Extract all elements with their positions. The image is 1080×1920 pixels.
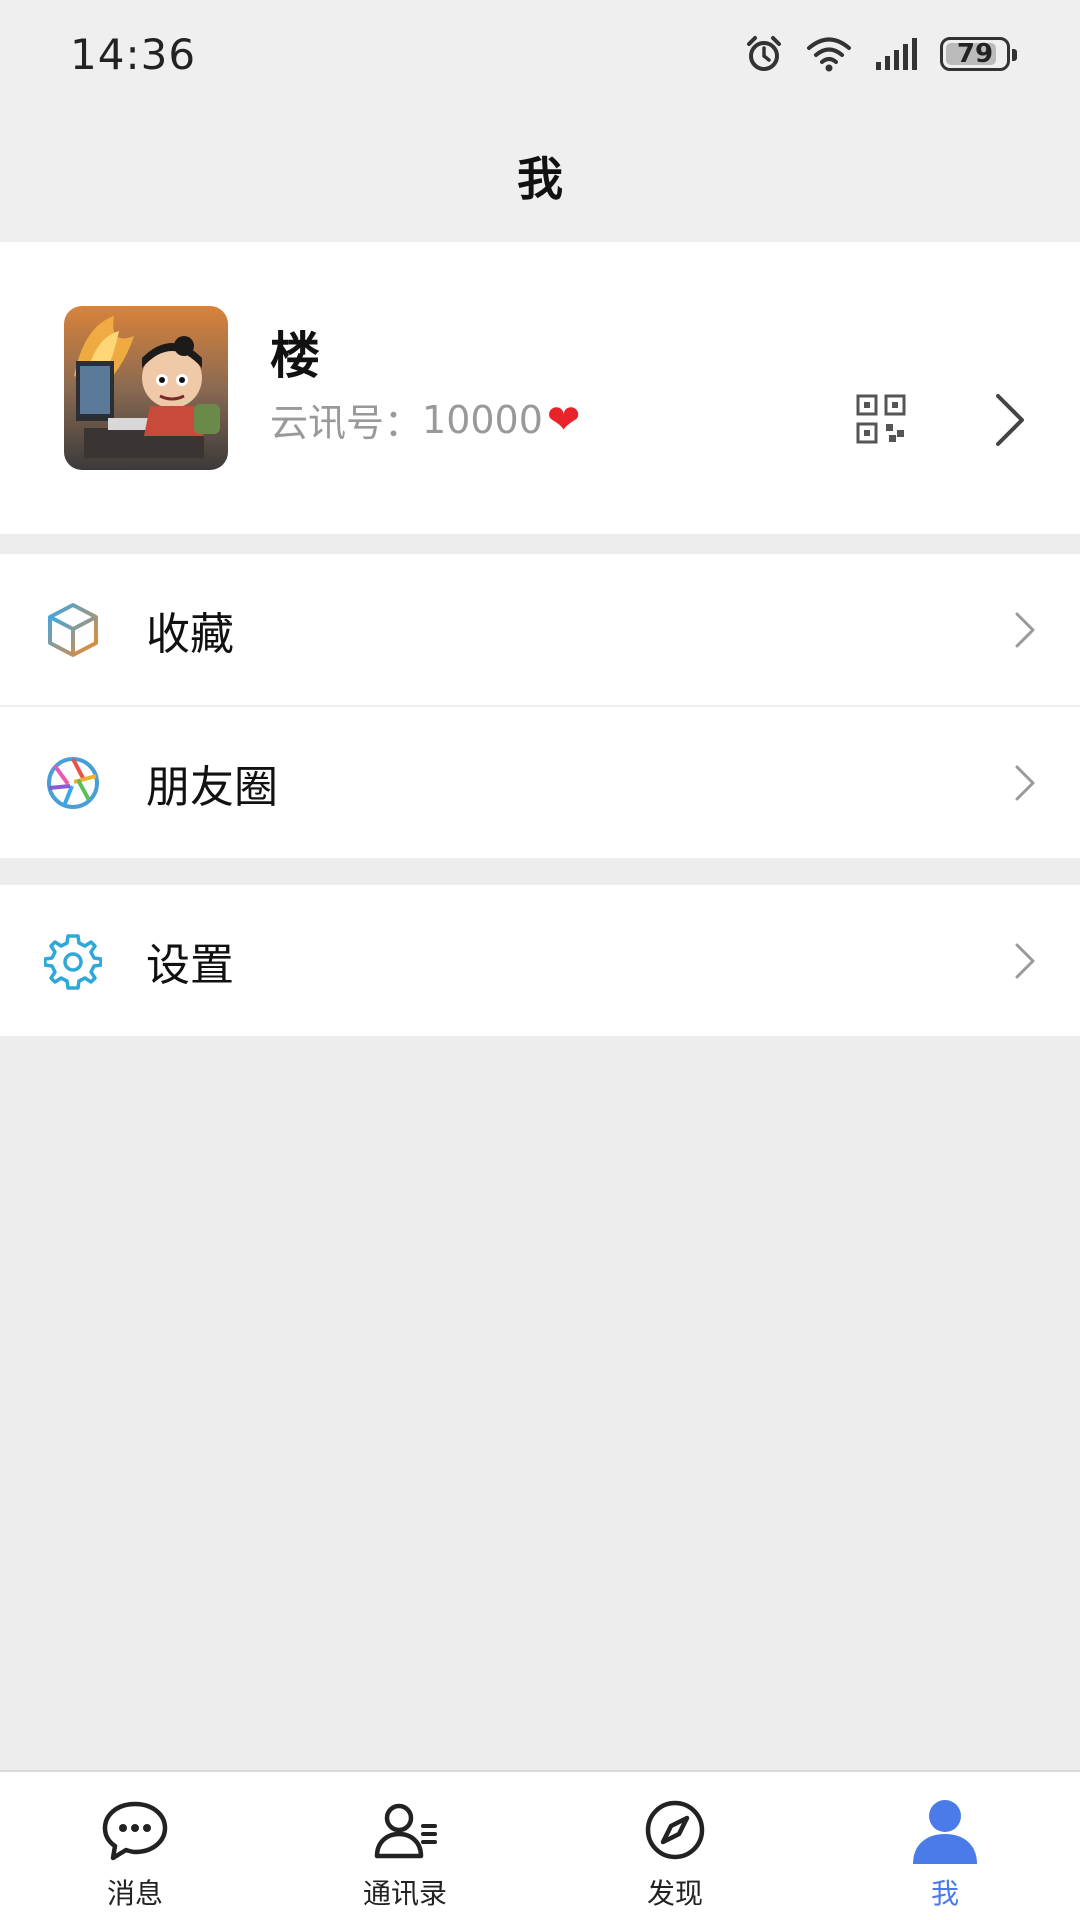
- chat-bubble-icon: [102, 1801, 168, 1861]
- qr-code-icon[interactable]: [856, 394, 906, 444]
- chevron-right-icon[interactable]: [990, 390, 1030, 450]
- tab-label-contacts: 通讯录: [362, 1877, 447, 1910]
- status-time: 14:36: [70, 30, 197, 79]
- page-title: 我: [517, 152, 563, 206]
- bottom-tab-bar: 消息 通讯录 发现 我: [0, 1770, 1080, 1920]
- person-icon: [913, 1800, 977, 1864]
- menu-item-favorites[interactable]: 收藏: [0, 554, 1080, 705]
- profile-name: 楼: [270, 327, 320, 385]
- tab-contacts[interactable]: 通讯录: [270, 1772, 540, 1920]
- chevron-right-icon: [1015, 765, 1035, 800]
- gear-icon: [44, 933, 102, 990]
- menu-label-moments: 朋友圈: [146, 761, 278, 813]
- menu-item-settings[interactable]: 设置: [0, 885, 1080, 1036]
- contacts-icon: [374, 1803, 437, 1859]
- heart-icon: ❤: [546, 396, 581, 443]
- profile-card[interactable]: 楼 云讯号： 10000 ❤: [0, 242, 1080, 534]
- profile-id-label: 云讯号：: [270, 401, 423, 445]
- compass-icon: [645, 1800, 705, 1860]
- status-icons: 79: [744, 34, 1017, 74]
- tab-messages[interactable]: 消息: [0, 1772, 270, 1920]
- status-bar: 14:36 79: [0, 0, 1080, 110]
- menu-group-primary: 收藏 朋友圈: [0, 554, 1080, 858]
- tab-me[interactable]: 我: [810, 1772, 1080, 1920]
- wifi-icon: [807, 37, 851, 72]
- menu-label-settings: 设置: [146, 939, 234, 991]
- signal-icon: [876, 38, 917, 70]
- battery-indicator: 79: [940, 37, 1017, 71]
- tab-label-me: 我: [930, 1877, 959, 1910]
- menu-group-settings: 设置: [0, 885, 1080, 1036]
- profile-id: 云讯号： 10000 ❤: [270, 392, 580, 447]
- menu-label-favorites: 收藏: [146, 608, 234, 660]
- chevron-right-icon: [1015, 612, 1035, 647]
- nav-bar: 我: [0, 110, 1080, 242]
- tab-label-messages: 消息: [106, 1877, 163, 1910]
- tab-discover[interactable]: 发现: [540, 1772, 810, 1920]
- menu-item-moments[interactable]: 朋友圈: [0, 705, 1080, 858]
- avatar[interactable]: [64, 306, 228, 470]
- chevron-right-icon: [1015, 943, 1035, 978]
- aperture-icon: [47, 756, 99, 809]
- alarm-icon: [747, 36, 781, 71]
- profile-id-value: 10000: [422, 397, 543, 442]
- tab-label-discover: 发现: [646, 1877, 703, 1910]
- battery-level: 79: [956, 39, 994, 69]
- cube-icon: [48, 602, 98, 657]
